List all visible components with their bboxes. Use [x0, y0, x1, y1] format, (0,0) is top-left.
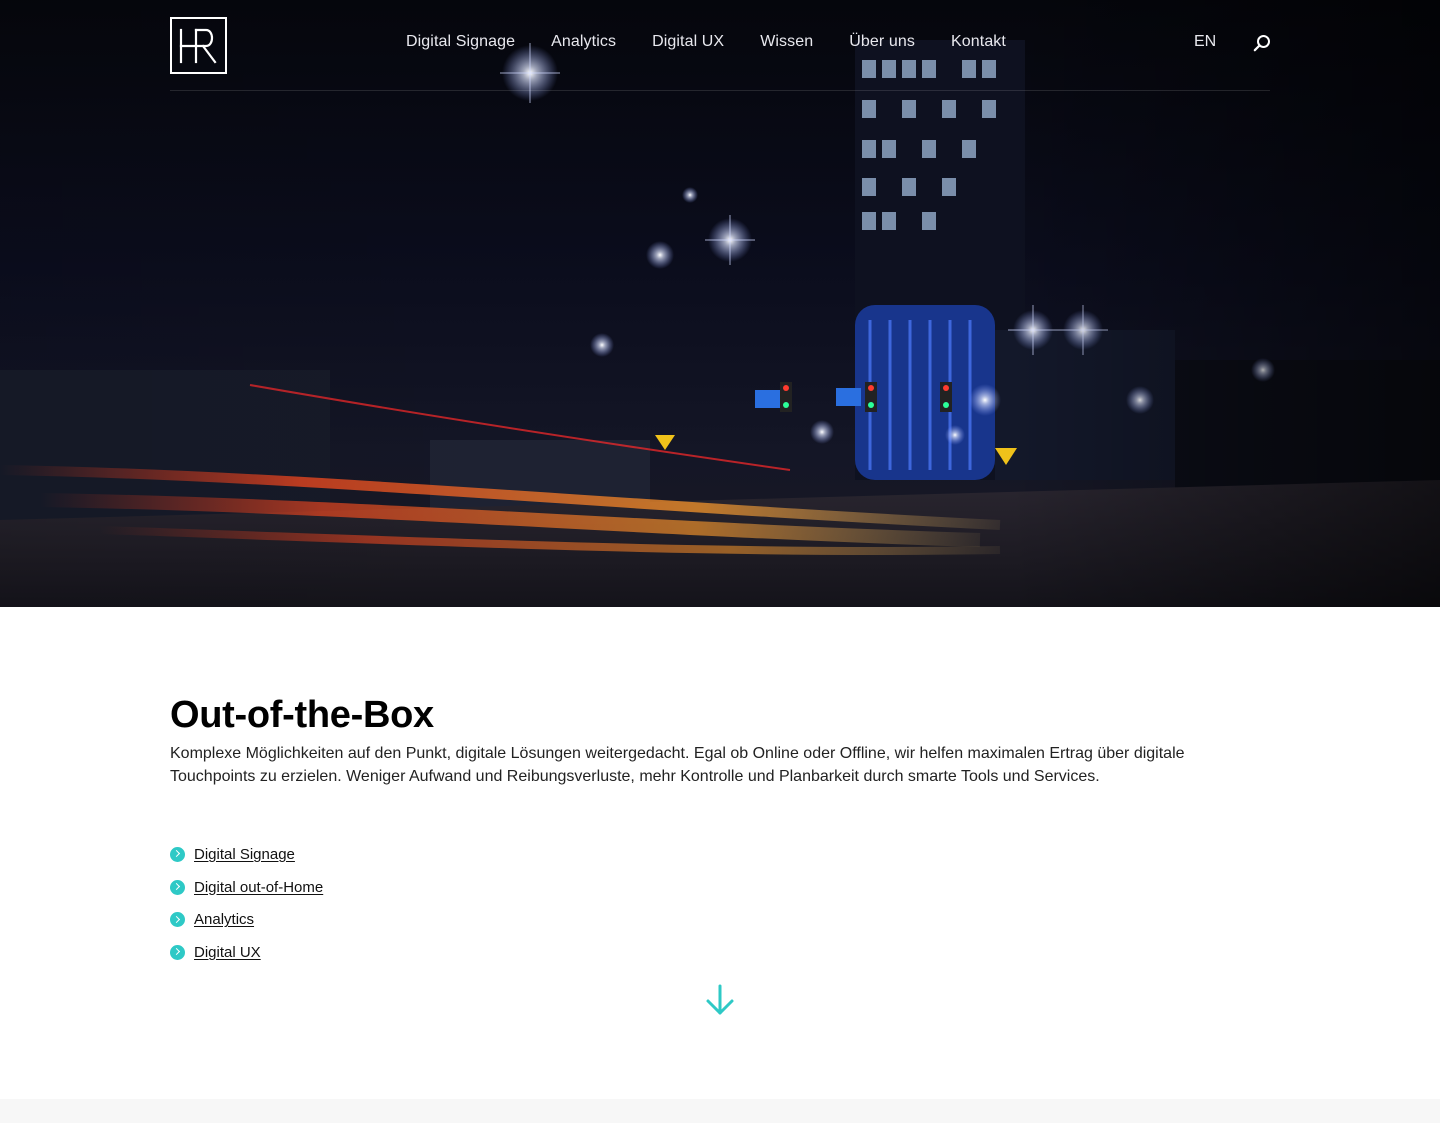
chevron-right-icon: [170, 944, 185, 960]
nav-item-digital-ux[interactable]: Digital UX: [652, 33, 724, 51]
site-header: Digital Signage Analytics Digital UX Wis…: [170, 0, 1270, 91]
intro-section: Out-of-the-Box Komplexe Möglichkeiten au…: [170, 690, 1270, 788]
link-analytics[interactable]: Analytics: [194, 911, 254, 928]
logo[interactable]: [170, 17, 227, 74]
link-digital-out-of-home[interactable]: Digital out-of-Home: [194, 879, 323, 896]
list-item: Digital UX: [170, 936, 323, 969]
arrow-down-icon[interactable]: [705, 984, 735, 1016]
next-section: [0, 1099, 1440, 1123]
language-switch[interactable]: EN: [1194, 33, 1216, 51]
nav-item-ueber-uns[interactable]: Über uns: [849, 33, 915, 51]
section-title: Out-of-the-Box: [170, 694, 434, 736]
hero-banner: [0, 0, 1440, 607]
nav-item-analytics[interactable]: Analytics: [551, 33, 616, 51]
chevron-right-icon: [170, 879, 185, 895]
nav-item-wissen[interactable]: Wissen: [760, 33, 813, 51]
list-item: Analytics: [170, 903, 323, 936]
list-item: Digital out-of-Home: [170, 871, 323, 904]
chevron-right-icon: [170, 912, 185, 928]
link-digital-signage[interactable]: Digital Signage: [194, 846, 295, 863]
nav-item-digital-signage[interactable]: Digital Signage: [406, 33, 515, 51]
section-lead: Komplexe Möglichkeiten auf den Punkt, di…: [170, 745, 1185, 785]
search-icon[interactable]: [1253, 34, 1271, 52]
chevron-right-icon: [170, 846, 185, 862]
list-item: Digital Signage: [170, 838, 323, 871]
logo-icon: [179, 28, 217, 64]
main-nav: Digital Signage Analytics Digital UX Wis…: [406, 33, 1006, 51]
nav-item-kontakt[interactable]: Kontakt: [951, 33, 1006, 51]
link-digital-ux[interactable]: Digital UX: [194, 944, 261, 961]
solution-links: Digital Signage Digital out-of-Home Anal…: [170, 838, 323, 969]
hero-overlay: [0, 0, 1440, 607]
